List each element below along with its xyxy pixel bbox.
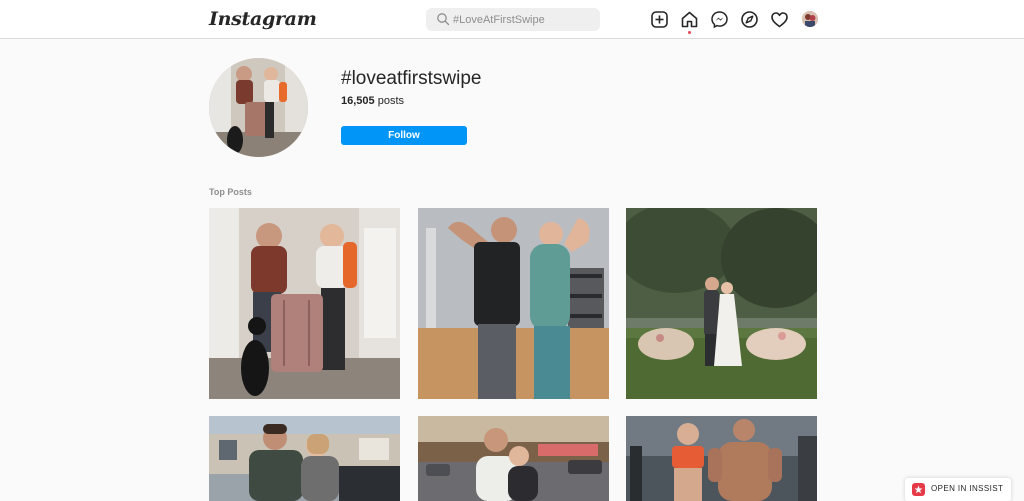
hashtag-profile-image — [209, 58, 308, 157]
post-thumbnail-5[interactable] — [418, 416, 609, 501]
search-bar[interactable] — [426, 8, 600, 31]
open-in-inssist-label: OPEN IN INSSIST — [931, 484, 1004, 493]
post-count: 16,505 posts — [341, 95, 404, 107]
new-post-icon[interactable] — [650, 10, 669, 29]
profile-avatar[interactable] — [802, 11, 818, 27]
post-thumbnail-6[interactable] — [626, 416, 817, 501]
search-input[interactable] — [453, 11, 593, 28]
hashtag-title: #loveatfirstswipe — [341, 68, 482, 89]
post-thumbnail-4[interactable] — [209, 416, 400, 501]
post-count-suffix: posts — [374, 95, 405, 107]
explore-icon[interactable] — [740, 10, 759, 29]
activity-heart-icon[interactable] — [770, 10, 789, 29]
home-icon[interactable] — [680, 10, 699, 29]
instagram-logo[interactable]: Instagram — [209, 8, 317, 30]
post-count-number: 16,505 — [341, 95, 375, 107]
open-in-inssist-button[interactable]: OPEN IN INSSIST — [905, 478, 1011, 501]
post-thumbnail-1[interactable] — [209, 208, 400, 399]
messenger-icon[interactable] — [710, 10, 729, 29]
post-thumbnail-3[interactable] — [626, 208, 817, 399]
search-icon — [437, 13, 450, 26]
top-navigation-bar: Instagram — [0, 0, 1024, 39]
top-posts-heading: Top Posts — [209, 187, 252, 197]
post-thumbnail-2[interactable] — [418, 208, 609, 399]
follow-button[interactable]: Follow — [341, 126, 467, 145]
inssist-icon — [912, 483, 925, 496]
home-active-indicator — [688, 31, 691, 34]
